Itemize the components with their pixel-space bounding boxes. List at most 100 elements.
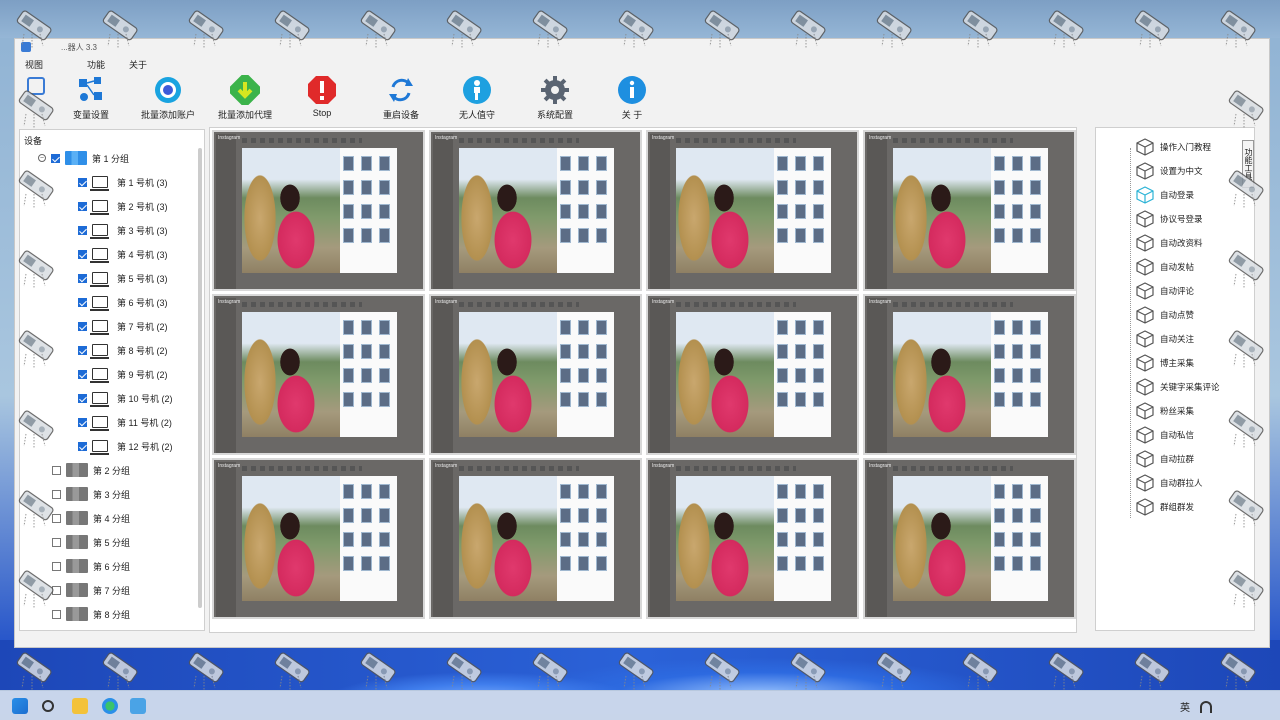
wifi-icon[interactable] xyxy=(1200,701,1212,713)
tree-group-2[interactable]: 第 2 分组 xyxy=(52,460,130,480)
folder-icon[interactable] xyxy=(72,698,88,714)
group-checkbox[interactable] xyxy=(52,609,61,619)
tree-device-3[interactable]: 第 3 号机 (3) xyxy=(78,220,168,240)
device-screen[interactable]: Instagram xyxy=(212,458,425,619)
device-checkbox[interactable] xyxy=(78,225,87,235)
device-checkbox[interactable] xyxy=(78,273,87,283)
tree-device-4[interactable]: 第 4 号机 (3) xyxy=(78,244,168,264)
function-item[interactable]: 自动群拉人 xyxy=(1136,474,1203,492)
tree-device-7[interactable]: 第 7 号机 (2) xyxy=(78,316,168,336)
function-tab[interactable]: 功能工具 xyxy=(1242,140,1254,188)
menu-about[interactable]: 关于 xyxy=(129,58,147,71)
tree-group-6[interactable]: 第 6 分组 xyxy=(52,556,130,576)
thumbnail xyxy=(343,484,354,499)
ime-indicator[interactable]: 英 xyxy=(1180,699,1190,714)
tree-device-8[interactable]: 第 8 号机 (2) xyxy=(78,340,168,360)
function-item[interactable]: 博主采集 xyxy=(1136,354,1194,372)
about-button[interactable]: 关 于 xyxy=(592,75,672,121)
unattended-button[interactable]: 无人值守 xyxy=(437,75,517,121)
function-item[interactable]: 协议号登录 xyxy=(1136,210,1203,228)
device-screen[interactable]: Instagram xyxy=(646,458,859,619)
device-checkbox[interactable] xyxy=(78,249,87,259)
app-taskbar-icon[interactable] xyxy=(130,698,146,714)
device-screen[interactable]: Instagram xyxy=(429,130,642,291)
tree-group-8[interactable]: 第 8 分组 xyxy=(52,604,130,624)
device-screen[interactable]: Instagram xyxy=(646,130,859,291)
start-icon[interactable] xyxy=(12,698,28,714)
thumbnail xyxy=(343,532,354,547)
device-screen[interactable]: Instagram xyxy=(863,294,1076,455)
device-checkbox[interactable] xyxy=(78,369,87,379)
device-checkbox[interactable] xyxy=(78,345,87,355)
post-photo xyxy=(459,148,557,273)
device-checkbox[interactable] xyxy=(78,393,87,403)
function-item[interactable]: 自动发帖 xyxy=(1136,258,1194,276)
group-checkbox[interactable] xyxy=(52,537,61,547)
function-item[interactable]: 关键字采集评论 xyxy=(1136,378,1220,396)
tree-group-4[interactable]: 第 4 分组 xyxy=(52,508,130,528)
device-screen[interactable]: Instagram xyxy=(429,458,642,619)
function-item[interactable]: 粉丝采集 xyxy=(1136,402,1194,420)
device-checkbox[interactable] xyxy=(78,201,87,211)
tree-device-1[interactable]: 第 1 号机 (3) xyxy=(78,172,168,192)
function-item[interactable]: 自动改资料 xyxy=(1136,234,1203,252)
group-checkbox[interactable] xyxy=(52,585,61,595)
device-screen[interactable]: Instagram xyxy=(863,130,1076,291)
device-checkbox[interactable] xyxy=(78,417,87,427)
menu-view[interactable]: 视图 xyxy=(25,58,43,71)
tree-device-6[interactable]: 第 6 号机 (3) xyxy=(78,292,168,312)
group-icon xyxy=(66,607,88,621)
function-item[interactable]: 自动关注 xyxy=(1136,330,1194,348)
add-account-button[interactable]: 批量添加账户 xyxy=(128,75,208,121)
thumbnail xyxy=(1012,532,1023,547)
device-checkbox[interactable] xyxy=(78,297,87,307)
device-screen[interactable]: Instagram xyxy=(212,130,425,291)
tree-device-5[interactable]: 第 5 号机 (3) xyxy=(78,268,168,288)
function-item[interactable]: 自动拉群 xyxy=(1136,450,1194,468)
post-photo xyxy=(242,148,340,273)
group-checkbox[interactable] xyxy=(51,153,60,163)
tree-device-12[interactable]: 第 12 号机 (2) xyxy=(78,436,173,456)
function-item[interactable]: 群组群发 xyxy=(1136,498,1194,516)
browser-icon[interactable] xyxy=(102,698,118,714)
function-item[interactable]: 自动登录 xyxy=(1136,186,1194,204)
stop-button[interactable]: Stop xyxy=(282,75,362,118)
device-screen[interactable]: Instagram xyxy=(646,294,859,455)
device-checkbox[interactable] xyxy=(78,441,87,451)
expand-icon[interactable]: – xyxy=(38,154,46,162)
function-item[interactable]: 自动点赞 xyxy=(1136,306,1194,324)
search-icon[interactable] xyxy=(42,700,54,712)
tree-group-1[interactable]: – 第 1 分组 xyxy=(38,148,129,168)
toolbar-label: 关 于 xyxy=(621,110,643,120)
restart-device-button[interactable]: 重启设备 xyxy=(361,75,441,121)
device-checkbox[interactable] xyxy=(78,177,87,187)
tree-device-9[interactable]: 第 9 号机 (2) xyxy=(78,364,168,384)
system-config-button[interactable]: 系统配置 xyxy=(515,75,595,121)
group-checkbox[interactable] xyxy=(52,561,61,571)
collapse-icon[interactable] xyxy=(27,77,45,95)
tree-device-2[interactable]: 第 2 号机 (3) xyxy=(78,196,168,216)
tree-group-5[interactable]: 第 5 分组 xyxy=(52,532,130,552)
device-screen[interactable]: Instagram xyxy=(429,294,642,455)
tree-group-7[interactable]: 第 7 分组 xyxy=(52,580,130,600)
group-checkbox[interactable] xyxy=(52,489,61,499)
thumbnail xyxy=(578,180,589,195)
function-item[interactable]: 操作入门教程 xyxy=(1136,138,1211,156)
function-item[interactable]: 自动评论 xyxy=(1136,282,1194,300)
group-checkbox[interactable] xyxy=(52,513,61,523)
device-screen[interactable]: Instagram xyxy=(863,458,1076,619)
function-item[interactable]: 设置为中文 xyxy=(1136,162,1203,180)
variables-button[interactable]: 变量设置 xyxy=(51,75,131,121)
tree-device-11[interactable]: 第 11 号机 (2) xyxy=(78,412,172,432)
function-item[interactable]: 自动私信 xyxy=(1136,426,1194,444)
menu-function[interactable]: 功能 xyxy=(87,58,105,71)
device-checkbox[interactable] xyxy=(78,321,87,331)
tree-device-10[interactable]: 第 10 号机 (2) xyxy=(78,388,173,408)
group-checkbox[interactable] xyxy=(52,465,61,475)
tree-group-3[interactable]: 第 3 分组 xyxy=(52,484,130,504)
device-screen[interactable]: Instagram xyxy=(212,294,425,455)
post-preview xyxy=(676,476,831,601)
tree-scrollbar[interactable] xyxy=(198,148,202,608)
thumbnail xyxy=(777,532,788,547)
add-proxy-button[interactable]: 批量添加代理 xyxy=(205,75,285,121)
